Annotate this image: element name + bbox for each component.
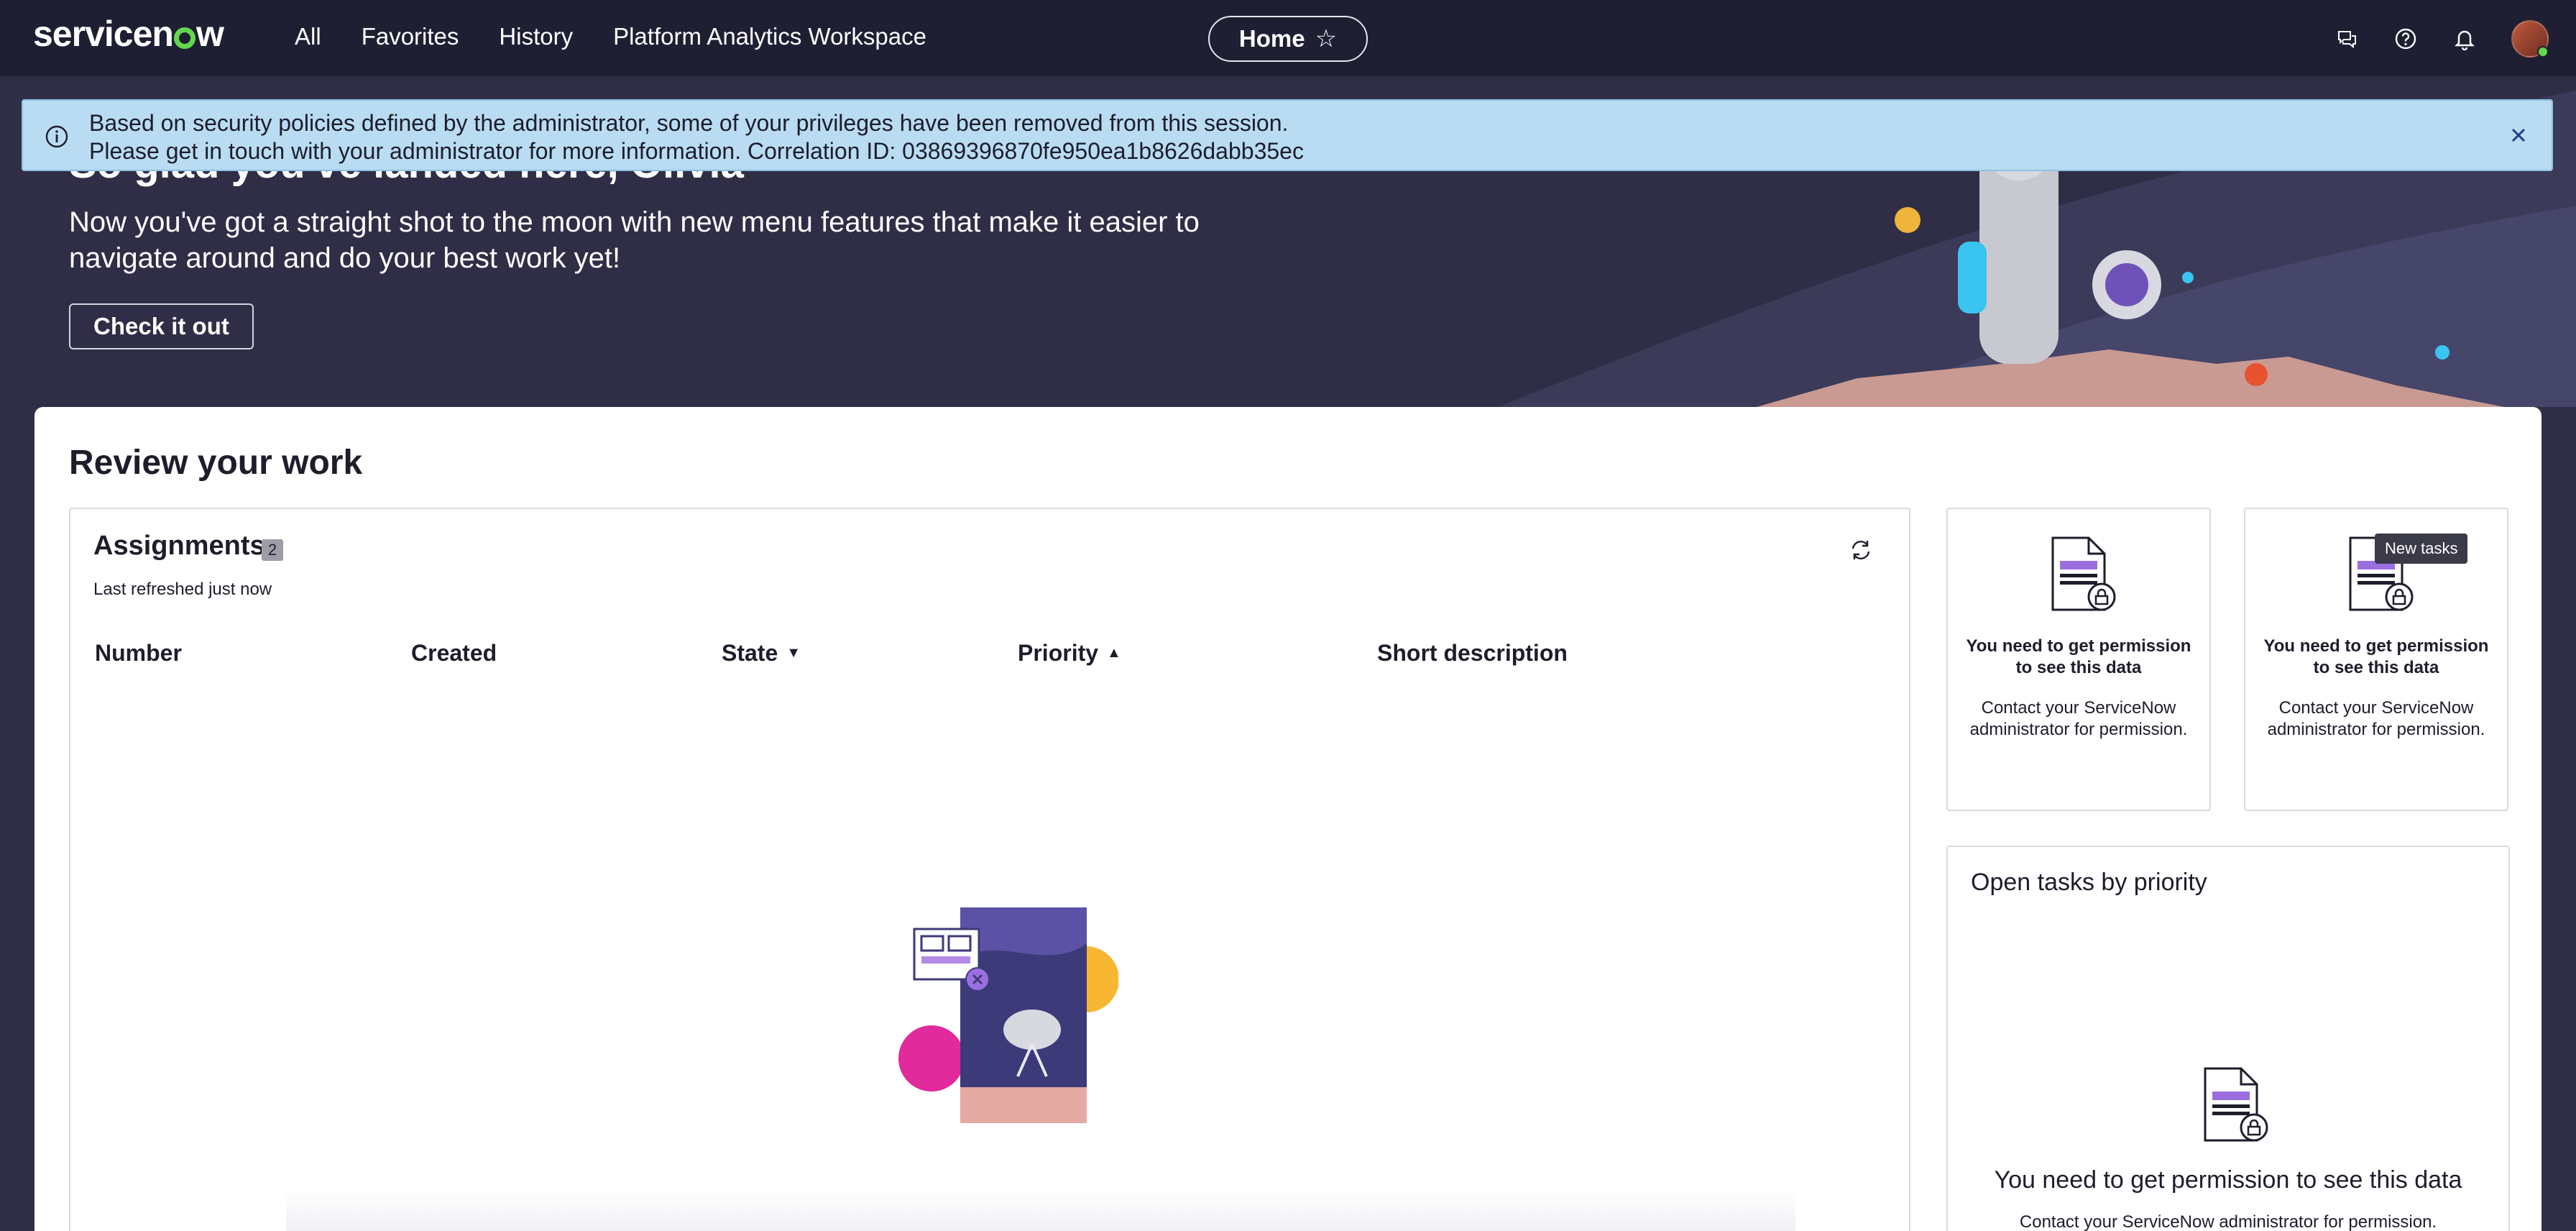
bell-icon[interactable] xyxy=(2452,27,2477,51)
nav-all[interactable]: All xyxy=(295,23,321,50)
security-notice-banner: Based on security policies defined by th… xyxy=(22,99,2553,171)
check-it-out-button[interactable]: Check it out xyxy=(69,303,254,349)
column-priority-label: Priority xyxy=(1018,640,1099,666)
nav-history[interactable]: History xyxy=(499,23,573,50)
home-label: Home xyxy=(1238,25,1305,52)
scroll-fade xyxy=(286,1189,1795,1231)
page-title: Review your work xyxy=(69,444,363,482)
info-icon xyxy=(45,124,69,152)
open-tasks-title: Open tasks by priority xyxy=(1971,869,2207,896)
nav-icons xyxy=(2334,20,2549,58)
empty-state-illustration xyxy=(898,907,1118,1123)
banner-line-1: Based on security policies defined by th… xyxy=(89,110,1289,136)
open-tasks-permission-sub: Contact your ServiceNow administrator fo… xyxy=(2019,1212,2437,1231)
column-short-description-label: Short description xyxy=(1377,640,1568,666)
column-created[interactable]: Created xyxy=(411,640,497,667)
permission-title: You need to get permission to see this d… xyxy=(2263,636,2489,677)
sort-up-icon: ▲ xyxy=(1107,645,1121,661)
column-state-label: State xyxy=(722,640,778,666)
banner-message: Based on security policies defined by th… xyxy=(89,109,1304,165)
column-state[interactable]: State ▼ xyxy=(722,640,801,667)
top-nav: servicen w All Favorites History Platform… xyxy=(0,0,2576,76)
new-tasks-tooltip: New tasks xyxy=(2375,534,2468,564)
column-number-label: Number xyxy=(95,640,182,666)
column-short-description[interactable]: Short description xyxy=(1377,640,1568,667)
sort-down-icon: ▼ xyxy=(786,645,801,661)
locked-document-icon xyxy=(2204,1067,2268,1142)
assignments-card: Assignments 2 Last refreshed just now Nu… xyxy=(69,508,1910,1231)
close-icon[interactable] xyxy=(2507,124,2530,150)
assignments-title: Assignments xyxy=(93,531,265,561)
column-number[interactable]: Number xyxy=(95,640,182,667)
user-avatar[interactable] xyxy=(2511,20,2549,58)
refresh-icon[interactable] xyxy=(1849,538,1873,566)
permission-title: You need to get permission to see this d… xyxy=(1966,636,2191,677)
online-status-dot xyxy=(2537,46,2549,58)
permission-card-1: You need to get permission to see this d… xyxy=(1946,508,2211,811)
count-badge: 2 xyxy=(262,539,283,561)
last-refreshed-text: Last refreshed just now xyxy=(93,580,272,599)
locked-document-icon xyxy=(2051,536,2116,611)
home-context-pill[interactable]: Home ☆ xyxy=(1208,16,1368,62)
main-content: Review your work Assignments 2 Last refr… xyxy=(34,407,2542,1231)
column-created-label: Created xyxy=(411,640,497,666)
star-icon[interactable]: ☆ xyxy=(1315,24,1337,53)
servicenow-logo[interactable]: servicen w xyxy=(33,13,224,55)
nav-platform-analytics[interactable]: Platform Analytics Workspace xyxy=(613,23,926,50)
chat-icon[interactable] xyxy=(2334,27,2359,51)
help-icon[interactable] xyxy=(2393,27,2418,51)
nav-favorites[interactable]: Favorites xyxy=(362,23,459,50)
column-priority[interactable]: Priority ▲ xyxy=(1018,640,1121,667)
hero-subtitle: Now you've got a straight shot to the mo… xyxy=(69,206,1200,274)
permission-body: Contact your ServiceNow administrator fo… xyxy=(2267,698,2485,739)
open-tasks-card: Open tasks by priority You need to get p… xyxy=(1946,846,2510,1231)
open-tasks-permission-message: You need to get permission to see this d… xyxy=(1994,1166,2462,1194)
nav-links: All Favorites History Platform Analytics… xyxy=(295,23,967,50)
permission-body: Contact your ServiceNow administrator fo… xyxy=(1969,698,2188,739)
banner-line-2: Please get in touch with your administra… xyxy=(89,138,1304,164)
